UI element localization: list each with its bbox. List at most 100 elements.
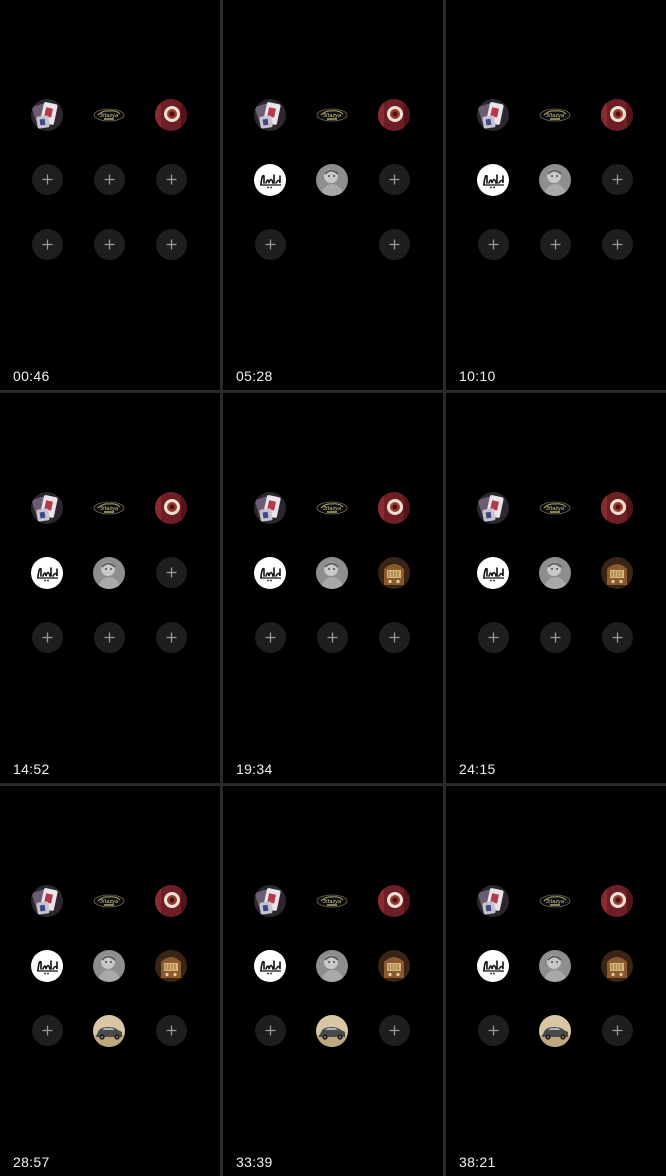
add-button[interactable] xyxy=(539,229,571,260)
avatar-rose-round[interactable] xyxy=(378,884,410,917)
plus-icon xyxy=(488,239,499,250)
avatar-gray-portrait[interactable] xyxy=(93,556,125,589)
avatar-rose-round[interactable] xyxy=(155,884,187,917)
grid-cell: 3ltazya xyxy=(78,868,140,933)
add-button[interactable] xyxy=(31,229,63,260)
avatar-arabic-calligraphy[interactable] xyxy=(477,163,509,196)
grid-cell xyxy=(462,605,524,670)
add-button[interactable] xyxy=(254,229,286,260)
grid-cell xyxy=(363,933,425,998)
avatar-arabic-calligraphy[interactable] xyxy=(254,949,286,982)
avatar-classic-car[interactable] xyxy=(316,1014,348,1047)
add-button[interactable] xyxy=(316,622,348,653)
avatar-playing-cards[interactable] xyxy=(477,491,509,524)
avatar-vintage-radio[interactable] xyxy=(601,556,633,589)
avatar-car-logo[interactable]: 3ltazya xyxy=(539,491,571,524)
plus-icon xyxy=(166,239,177,250)
avatar-arabic-calligraphy[interactable] xyxy=(477,949,509,982)
avatar-playing-cards[interactable] xyxy=(31,491,63,524)
add-button[interactable] xyxy=(31,622,63,653)
avatar-car-logo[interactable]: 3ltazya xyxy=(539,98,571,131)
add-button[interactable] xyxy=(539,622,571,653)
screen-frame: 3ltazya 14:52 xyxy=(0,393,220,783)
add-button[interactable] xyxy=(155,1015,187,1046)
grid-cell xyxy=(140,605,202,670)
avatar-rose-round[interactable] xyxy=(378,98,410,131)
add-button[interactable] xyxy=(477,622,509,653)
avatar-playing-cards[interactable] xyxy=(31,98,63,131)
avatar-classic-car[interactable] xyxy=(539,1014,571,1047)
timestamp-label: 10:10 xyxy=(459,368,496,384)
add-button[interactable] xyxy=(601,622,633,653)
avatar-vintage-radio[interactable] xyxy=(601,949,633,982)
avatar-car-logo[interactable]: 3ltazya xyxy=(93,884,125,917)
avatar-playing-cards[interactable] xyxy=(31,884,63,917)
add-button[interactable] xyxy=(378,622,410,653)
add-button[interactable] xyxy=(155,557,187,588)
avatar-car-logo[interactable]: 3ltazya xyxy=(539,884,571,917)
add-button[interactable] xyxy=(93,229,125,260)
avatar-playing-cards[interactable] xyxy=(254,884,286,917)
add-button[interactable] xyxy=(254,622,286,653)
add-button[interactable] xyxy=(155,229,187,260)
avatar-classic-car[interactable] xyxy=(93,1014,125,1047)
avatar-gray-portrait[interactable] xyxy=(539,556,571,589)
add-button[interactable] xyxy=(31,164,63,195)
add-button[interactable] xyxy=(477,1015,509,1046)
grid-cell xyxy=(301,933,363,998)
add-button[interactable] xyxy=(601,1015,633,1046)
add-button[interactable] xyxy=(601,229,633,260)
add-button[interactable] xyxy=(155,164,187,195)
avatar-vintage-radio[interactable] xyxy=(378,556,410,589)
add-button[interactable] xyxy=(93,622,125,653)
avatar-rose-round[interactable] xyxy=(378,491,410,524)
avatar-grid: 3ltazya xyxy=(16,868,202,1063)
avatar-playing-cards[interactable] xyxy=(254,98,286,131)
add-button[interactable] xyxy=(31,1015,63,1046)
plus-icon xyxy=(166,1025,177,1036)
avatar-gray-portrait[interactable] xyxy=(539,949,571,982)
add-button[interactable] xyxy=(254,1015,286,1046)
plus-icon xyxy=(389,1025,400,1036)
avatar-grid: 3ltazya xyxy=(462,868,648,1063)
avatar-car-logo[interactable]: 3ltazya xyxy=(93,491,125,524)
avatar-rose-round[interactable] xyxy=(601,98,633,131)
avatar-rose-round[interactable] xyxy=(601,491,633,524)
grid-cell xyxy=(524,998,586,1063)
avatar-gray-portrait[interactable] xyxy=(316,556,348,589)
grid-cell xyxy=(140,82,202,147)
add-button[interactable] xyxy=(601,164,633,195)
grid-cell xyxy=(462,933,524,998)
avatar-car-logo[interactable]: 3ltazya xyxy=(93,98,125,131)
avatar-car-logo[interactable]: 3ltazya xyxy=(316,98,348,131)
add-button[interactable] xyxy=(93,164,125,195)
add-button[interactable] xyxy=(378,1015,410,1046)
avatar-arabic-calligraphy[interactable] xyxy=(254,556,286,589)
avatar-vintage-radio[interactable] xyxy=(378,949,410,982)
avatar-arabic-calligraphy[interactable] xyxy=(254,163,286,196)
avatar-gray-portrait[interactable] xyxy=(316,163,348,196)
add-button[interactable] xyxy=(378,164,410,195)
avatar-rose-round[interactable] xyxy=(155,98,187,131)
avatar-arabic-calligraphy[interactable] xyxy=(31,949,63,982)
avatar-gray-portrait[interactable] xyxy=(539,163,571,196)
avatar-gray-portrait[interactable] xyxy=(93,949,125,982)
plus-icon xyxy=(612,174,623,185)
avatar-car-logo[interactable]: 3ltazya xyxy=(316,884,348,917)
avatar-car-logo[interactable]: 3ltazya xyxy=(316,491,348,524)
avatar-arabic-calligraphy[interactable] xyxy=(31,556,63,589)
avatar-vintage-radio[interactable] xyxy=(155,949,187,982)
avatar-playing-cards[interactable] xyxy=(477,884,509,917)
add-button[interactable] xyxy=(378,229,410,260)
avatar-rose-round[interactable] xyxy=(601,884,633,917)
add-button[interactable] xyxy=(155,622,187,653)
avatar-arabic-calligraphy[interactable] xyxy=(477,556,509,589)
plus-icon xyxy=(104,632,115,643)
grid-cell xyxy=(140,540,202,605)
avatar-playing-cards[interactable] xyxy=(477,98,509,131)
add-button[interactable] xyxy=(477,229,509,260)
avatar-playing-cards[interactable] xyxy=(254,491,286,524)
grid-cell xyxy=(586,605,648,670)
avatar-rose-round[interactable] xyxy=(155,491,187,524)
avatar-gray-portrait[interactable] xyxy=(316,949,348,982)
